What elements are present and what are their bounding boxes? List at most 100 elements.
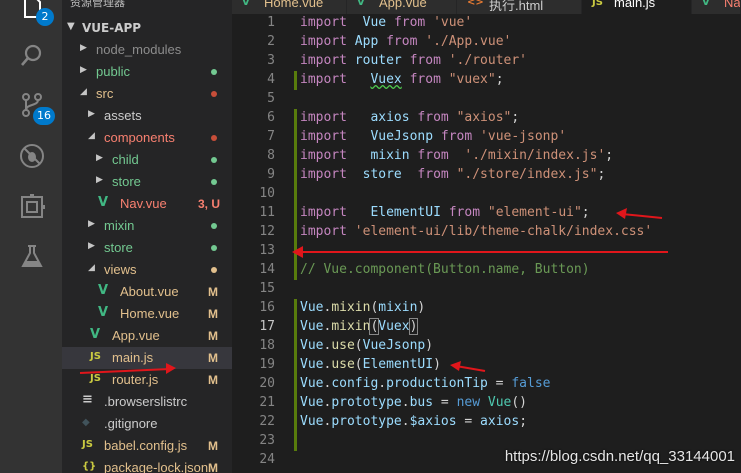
line-number: 4 [267,72,275,87]
tree-folder[interactable]: ◢ components [62,127,232,149]
code-line[interactable]: 20 Vue.config.productionTip = false [232,375,741,394]
test-flask-icon[interactable] [19,244,45,270]
code-token: import [300,129,347,144]
code-line[interactable]: 3 import router from './router' [232,52,741,71]
code-line[interactable]: 1 import Vue from 'vue' [232,14,741,33]
code-line[interactable]: 19 Vue.use(ElementUI) [232,356,741,375]
tree-file[interactable]: V App.vue M [62,325,232,347]
project-header[interactable]: ▼ VUE-APP [62,19,232,39]
code-line[interactable]: 5 [232,90,741,109]
git-status-dot [211,135,217,141]
code-editor[interactable]: 1 import Vue from 'vue' 2 import App from '… [232,14,741,473]
git-status-badge: 3, U [198,197,221,211]
git-file-icon: ◆ [82,417,90,428]
code-line[interactable]: 13 [232,242,741,261]
tree-folder[interactable]: ◢ views [62,259,232,281]
tree-item-label: child [112,152,139,167]
code-text: Vue.config.productionTip = false [300,376,550,391]
line-number: 18 [259,338,275,353]
chevron-right-icon: ▶ [88,109,95,119]
code-line[interactable]: 6 import axios from "axios"; [232,109,741,128]
chevron-down-icon: ◢ [88,263,95,273]
code-line[interactable]: 4 import Vuex from "vuex"; [232,71,741,90]
tree-item-label: router.js [112,372,159,387]
chevron-right-icon: ▶ [80,65,87,75]
tree-file[interactable]: V Nav.vue 3, U [62,193,232,215]
code-line[interactable]: 11 import ElementUI from "element-ui"; [232,204,741,223]
code-token: ; [581,205,590,220]
tree-folder[interactable]: ▶ child [62,149,232,171]
editor-tab[interactable]: <> 执行.html [457,0,582,14]
code-token: ; [511,110,520,125]
code-token: Vue [362,15,387,30]
code-line[interactable]: 15 [232,280,741,299]
code-line[interactable]: 22 Vue.prototype.$axios = axios; [232,413,741,432]
js-file-icon: JS [82,439,93,450]
code-token: import [300,224,347,239]
code-line[interactable]: 14 // Vue.component(Button.name, Button) [232,261,741,280]
tree-file[interactable]: JS babel.config.js M [62,435,232,457]
chevron-down-icon: ◢ [88,131,95,141]
tab-label: Nav.vu [724,0,741,10]
tab-label: Home.vue [264,0,324,10]
code-line[interactable]: 17 Vue.mixin(Vuex) [232,318,741,337]
tab-file-icon: V [242,0,250,8]
code-token: import [300,15,347,30]
code-line[interactable]: 8 import mixin from './mixin/index.js'; [232,147,741,166]
tree-file[interactable]: ◆ .gitignore [62,413,232,435]
editor-tab[interactable]: JS main.js [582,0,692,14]
code-token: 'vue-jsonp' [480,129,567,144]
code-token: ) [408,318,419,335]
code-line[interactable]: 16 Vue.mixin(mixin) [232,299,741,318]
extensions-icon[interactable] [19,194,45,220]
tree-folder[interactable]: ◢ src [62,83,232,105]
code-token: Vue [300,357,324,372]
chevron-down-icon: ◢ [80,87,87,97]
editor-tab[interactable]: V Home.vue [232,0,347,14]
code-token: Vue [300,414,324,429]
code-line[interactable]: 18 Vue.use(VueJsonp) [232,337,741,356]
tree-folder[interactable]: ▶ store [62,171,232,193]
line-number: 2 [267,34,275,49]
tree-file[interactable]: {} package-lock.json M [62,457,232,473]
code-text: Vue.mixin(mixin) [300,300,425,315]
tree-file[interactable]: JS router.js M [62,369,232,391]
code-token: new [456,395,481,410]
code-text: Vue.mixin(Vuex) [300,318,419,335]
line-number: 14 [259,262,275,277]
git-status-badge: M [208,461,218,473]
line-number: 23 [259,433,275,448]
code-line[interactable]: 7 import VueJsonp from 'vue-jsonp' [232,128,741,147]
tree-file[interactable]: ≡ .browserslistrc [62,391,232,413]
git-status-badge: M [208,285,218,299]
code-line[interactable]: 2 import App from './App.vue' [232,33,741,52]
tree-file[interactable]: V Home.vue M [62,303,232,325]
code-token: prototype [331,414,402,429]
code-text: import store from "./store/index.js"; [300,167,605,182]
tree-folder[interactable]: ▶ public [62,61,232,83]
search-icon[interactable] [19,42,45,68]
debug-icon[interactable] [19,143,45,169]
tree-folder[interactable]: ▶ node_modules [62,39,232,61]
code-line[interactable]: 12 import 'element-ui/lib/theme-chalk/ind… [232,223,741,242]
code-token: "vuex" [448,72,496,87]
tree-file[interactable]: V About.vue M [62,281,232,303]
tree-folder[interactable]: ▶ assets [62,105,232,127]
chevron-right-icon: ▶ [80,43,87,53]
tree-folder[interactable]: ▶ store [62,237,232,259]
code-text: Vue.use(VueJsonp) [300,338,433,353]
code-line[interactable]: 9 import store from "./store/index.js"; [232,166,741,185]
code-line[interactable]: 10 [232,185,741,204]
tree-item-label: .gitignore [104,416,158,431]
editor-tab[interactable]: V Nav.vu [692,0,741,14]
tree-file[interactable]: JS main.js M [62,347,232,369]
code-token: mixin [331,300,371,315]
code-line[interactable]: 21 Vue.prototype.bus = new Vue() [232,394,741,413]
code-token: Vue [300,300,324,315]
git-status-dot [211,157,217,163]
tree-folder[interactable]: ▶ mixin [62,215,232,237]
editor-tab[interactable]: V App.vue [347,0,457,14]
